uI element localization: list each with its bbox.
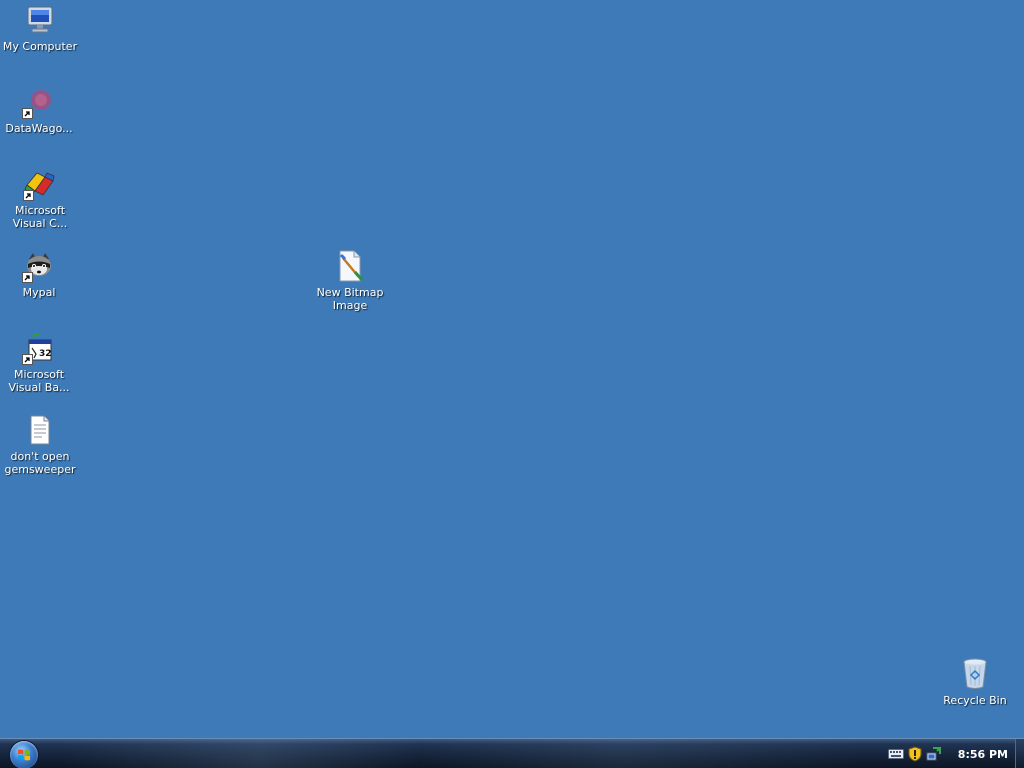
shortcut-arrow-icon [23,190,34,201]
icon-label: My Computer [2,40,78,53]
text-document-icon [23,413,57,447]
recycle-bin-icon [958,657,992,691]
visual-basic-icon: 32 [22,331,56,365]
shortcut-arrow-icon [22,354,33,365]
desktop-icon-my-computer[interactable]: My Computer [2,3,78,53]
mypal-raccoon-icon [22,249,56,283]
shortcut-arrow-icon [22,272,33,283]
desktop[interactable]: My Computer DataWago... Microsoft Visual… [0,0,1024,738]
start-button[interactable] [10,741,38,768]
datawagon-icon [22,85,56,119]
shortcut-arrow-icon [22,108,33,119]
desktop-icon-ms-visual-c[interactable]: Microsoft Visual C... [2,167,78,230]
taskbar-sheen [60,739,860,768]
icon-label: Microsoft Visual C... [12,204,68,230]
icon-label: don't open gemsweeper [4,450,76,476]
taskbar: 8:56 PM [0,738,1024,768]
icon-label: Mypal [22,286,56,299]
windows-start-orb-icon [17,748,31,762]
icon-label: DataWago... [5,122,73,135]
taskbar-clock[interactable]: 8:56 PM [958,748,1008,761]
visual-cpp-icon [23,167,57,201]
desktop-icon-mypal[interactable]: Mypal [1,249,77,299]
icon-label: Microsoft Visual Ba... [8,368,70,394]
desktop-icon-datawagon[interactable]: DataWago... [1,85,77,135]
icon-label: Recycle Bin [943,694,1007,707]
desktop-icon-recycle-bin[interactable]: Recycle Bin [937,657,1013,707]
security-shield-icon[interactable] [908,746,922,762]
computer-icon [23,3,57,37]
desktop-icon-dont-open-gemsweeper[interactable]: don't open gemsweeper [2,413,78,476]
icon-label: New Bitmap Image [316,286,384,312]
network-icon[interactable] [926,746,942,762]
svg-text:32: 32 [39,349,52,359]
desktop-icon-ms-visual-ba[interactable]: 32 Microsoft Visual Ba... [1,331,77,394]
keyboard-icon[interactable] [887,749,904,759]
show-desktop-button[interactable] [1015,739,1024,768]
system-tray: 8:56 PM [887,739,1024,768]
bitmap-image-icon [333,249,367,283]
desktop-icon-new-bitmap-image[interactable]: New Bitmap Image [312,249,388,312]
